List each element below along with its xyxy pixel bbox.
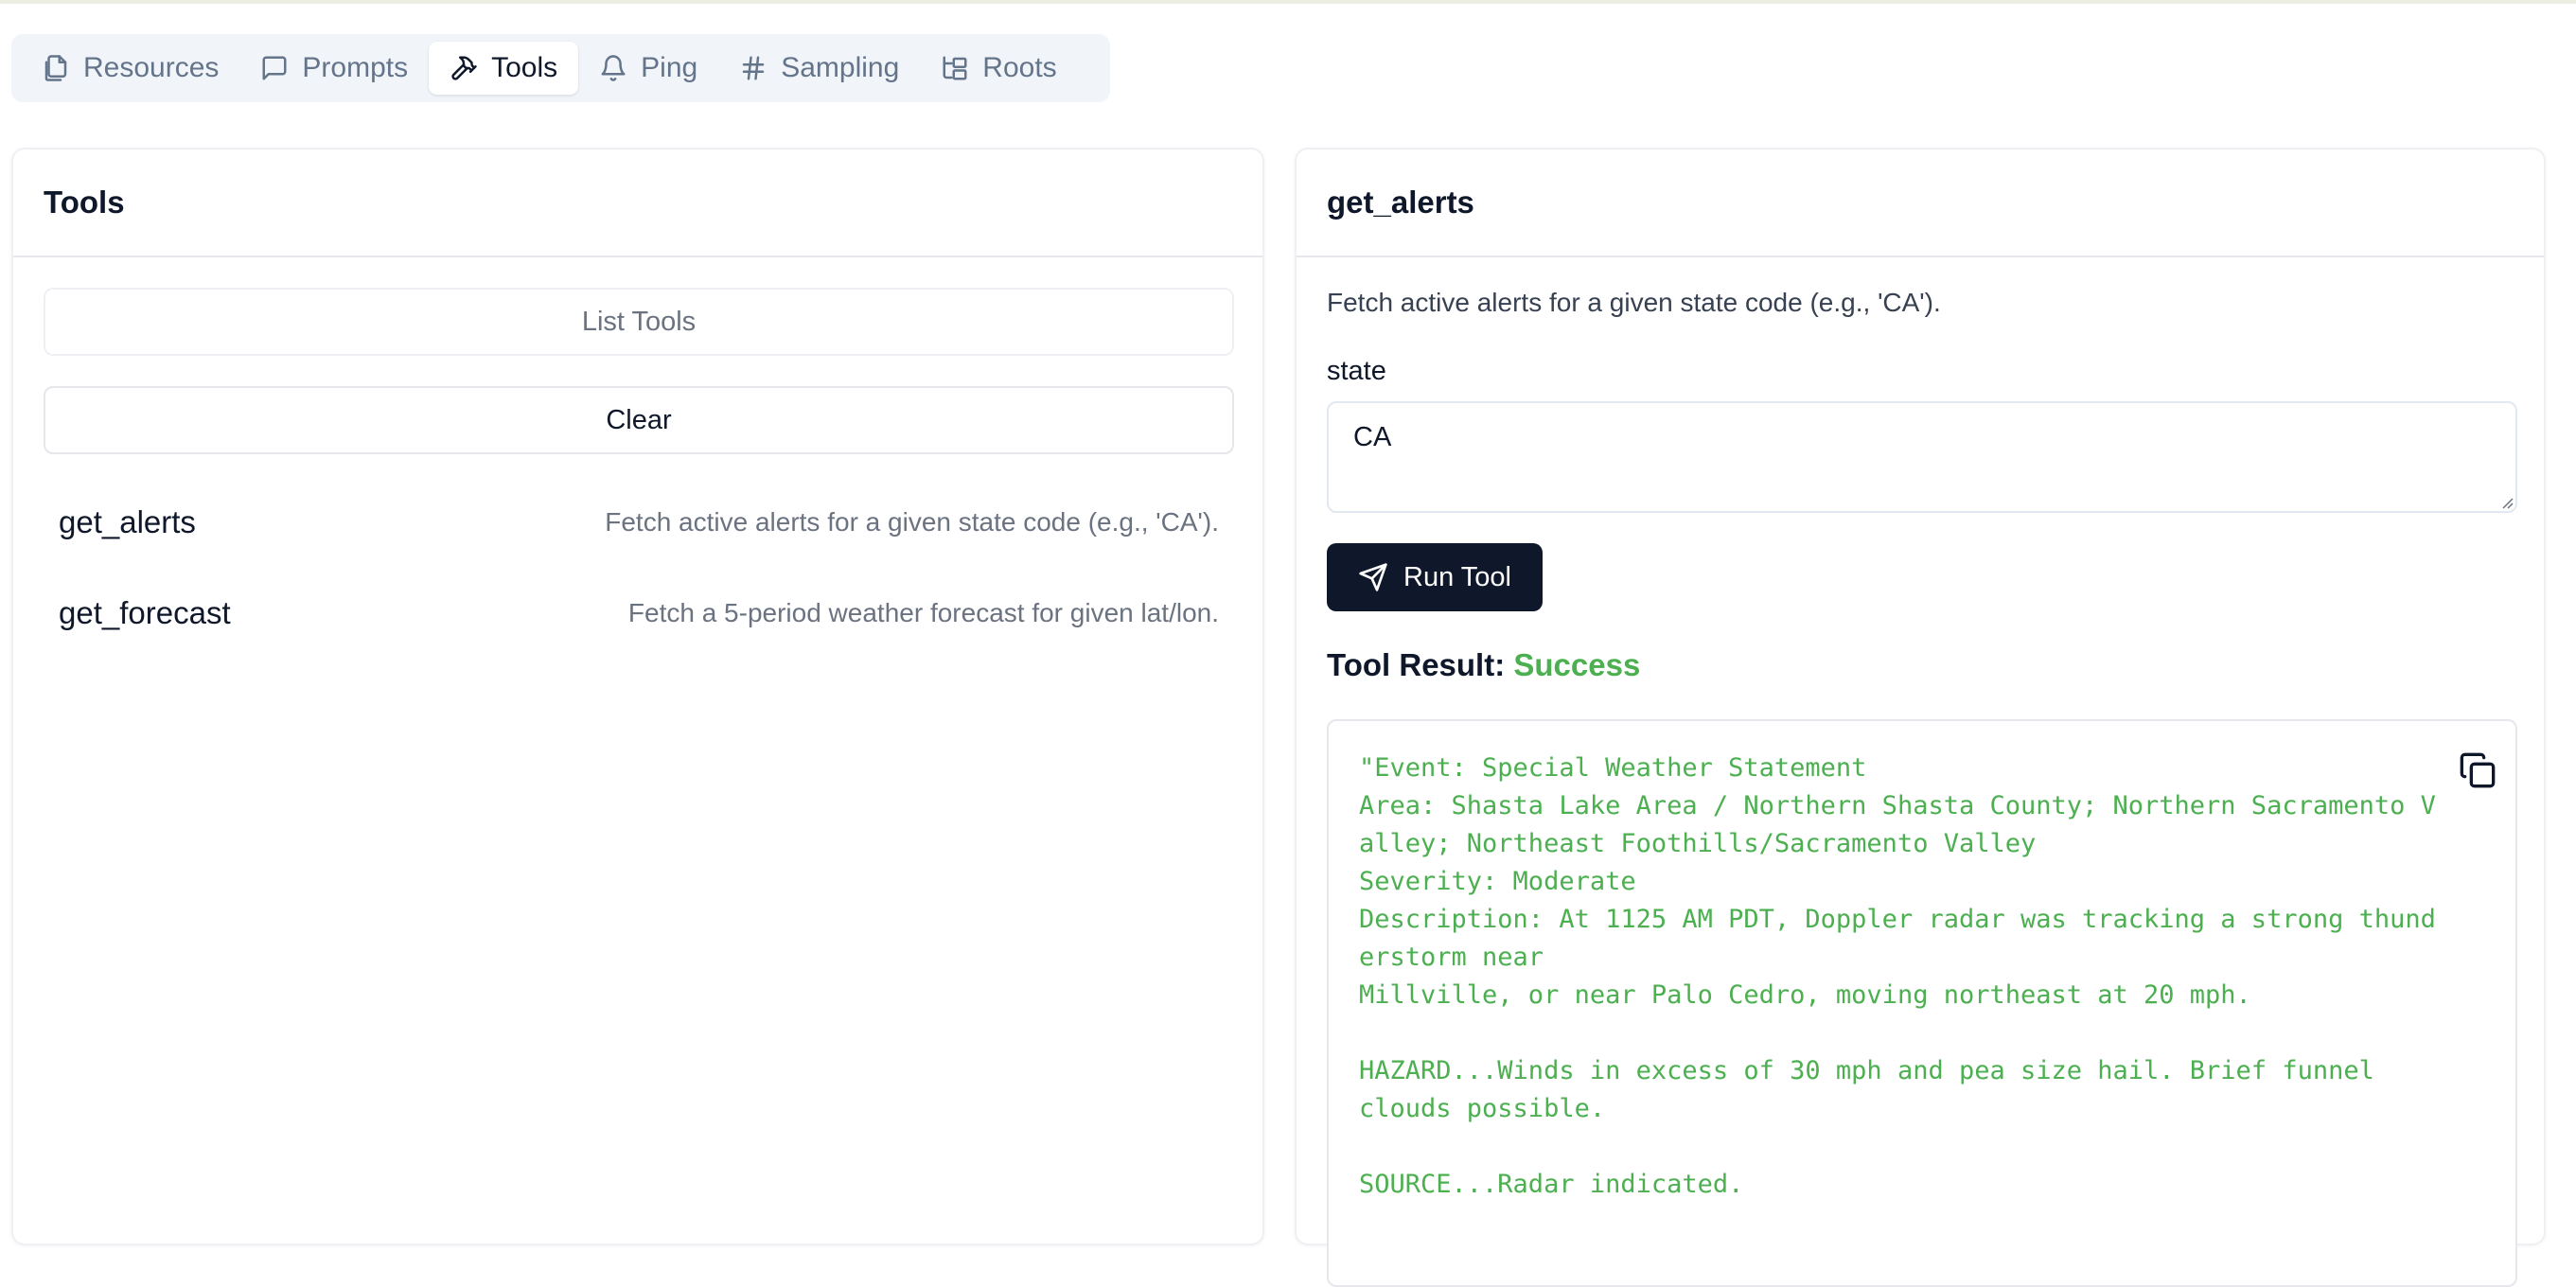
bell-icon <box>601 55 626 81</box>
result-line: Millville, or near Palo Cedro, moving no… <box>1359 980 2251 1010</box>
tool-description: Fetch active alerts for a given state co… <box>1327 288 1941 317</box>
result-line: "Event: Special Weather Statement <box>1359 753 1867 783</box>
tool-item-get-forecast[interactable]: get_forecast Fetch a 5-period weather fo… <box>44 575 1234 651</box>
run-tool-label: Run Tool <box>1403 561 1511 592</box>
tool-result-heading: Tool Result: Success <box>1327 647 1640 683</box>
tool-result-box: "Event: Special Weather Statement Area: S… <box>1327 719 2517 1287</box>
run-tool-button[interactable]: Run Tool <box>1327 543 1543 611</box>
files-icon <box>44 55 67 81</box>
tool-name: get_forecast <box>59 595 231 630</box>
result-line: SOURCE...Radar indicated. <box>1359 1170 1744 1199</box>
tab-prompts[interactable]: Prompts <box>239 42 429 95</box>
tab-tools[interactable]: Tools <box>429 42 579 95</box>
message-square-icon <box>262 56 287 80</box>
state-input[interactable]: CA <box>1327 401 2517 513</box>
tool-result-status: Success <box>1513 647 1641 682</box>
tab-label: Resources <box>83 52 220 83</box>
tab-label: Sampling <box>781 52 900 83</box>
hash-icon <box>742 56 765 80</box>
resize-handle-icon[interactable] <box>2500 496 2514 509</box>
tab-label: Ping <box>641 52 698 83</box>
hammer-icon <box>451 56 477 80</box>
result-line <box>1359 1128 2476 1166</box>
send-icon <box>1359 563 1387 591</box>
tool-result-label: Tool Result: <box>1327 647 1506 682</box>
panel-title: get_alerts <box>1297 150 2544 257</box>
tab-resources[interactable]: Resources <box>21 42 239 95</box>
list-tools-button[interactable]: List Tools <box>44 288 1234 356</box>
tool-result-output: "Event: Special Weather Statement Area: S… <box>1359 749 2476 1204</box>
tool-description: Fetch active alerts for a given state co… <box>605 507 1219 537</box>
tools-list-panel: Tools List Tools Clear get_alerts Fetch … <box>11 148 1264 1245</box>
tab-roots[interactable]: Roots <box>920 42 1077 95</box>
result-line: Area: Shasta Lake Area / Northern Shasta… <box>1359 791 2436 820</box>
tab-bar: Resources Prompts Tools Ping Sampling Ro… <box>11 34 1110 102</box>
tab-ping[interactable]: Ping <box>578 42 718 95</box>
result-line: HAZARD...Winds in excess of 30 mph and p… <box>1359 1056 2374 1085</box>
result-line: clouds possible. <box>1359 1094 1606 1123</box>
tool-item-get-alerts[interactable]: get_alerts Fetch active alerts for a giv… <box>44 485 1234 560</box>
panel-title: Tools <box>13 150 1262 257</box>
tab-label: Tools <box>491 52 558 83</box>
folder-tree-icon <box>943 56 967 80</box>
tool-name: get_alerts <box>59 504 196 539</box>
tab-label: Roots <box>982 52 1057 83</box>
copy-icon[interactable] <box>2459 751 2497 789</box>
tab-sampling[interactable]: Sampling <box>718 42 920 95</box>
tab-label: Prompts <box>302 52 409 83</box>
result-line: alley; Northeast Foothills/Sacramento Va… <box>1359 829 2037 858</box>
result-line: erstorm near <box>1359 943 1544 972</box>
state-field-label: state <box>1327 356 1386 386</box>
result-line: Description: At 1125 AM PDT, Doppler rad… <box>1359 905 2436 934</box>
tool-detail-panel: get_alerts Fetch active alerts for a giv… <box>1295 148 2546 1287</box>
top-border <box>0 0 2576 4</box>
result-line: Severity: Moderate <box>1359 867 1636 896</box>
tool-description: Fetch a 5-period weather forecast for gi… <box>627 598 1219 627</box>
result-line <box>1359 1014 2476 1052</box>
clear-button[interactable]: Clear <box>44 386 1234 454</box>
